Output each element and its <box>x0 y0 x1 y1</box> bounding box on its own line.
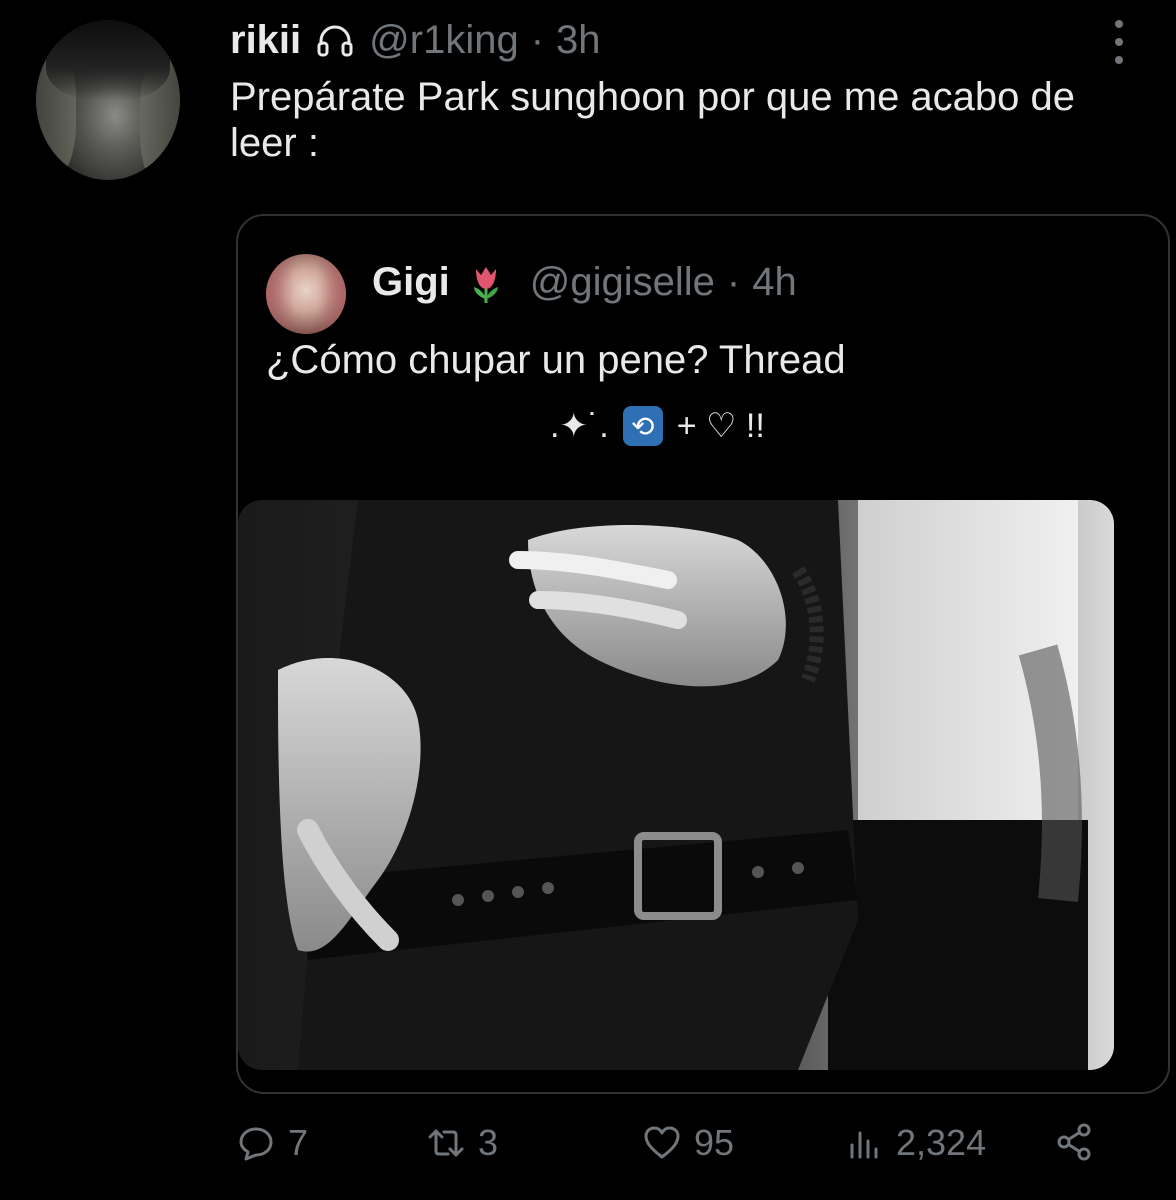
views-icon <box>850 1131 878 1159</box>
repeat-emoji-icon: ⟲ <box>622 406 663 446</box>
retweet-icon <box>428 1129 464 1157</box>
quote-avatar[interactable] <box>266 254 346 334</box>
tweet-text: Prepárate Park sunghoon por que me acabo… <box>230 75 1076 165</box>
views-button[interactable]: 2,324 <box>844 1122 986 1164</box>
quote-timestamp[interactable]: 4h <box>752 260 797 305</box>
quote-media-image[interactable] <box>238 500 1114 1070</box>
tweet-actions: 7 3 95 2,324 <box>236 1122 1116 1172</box>
retweet-button[interactable]: 3 <box>426 1122 498 1164</box>
separator-dot: · <box>530 18 545 62</box>
author-name[interactable]: rikii <box>230 18 301 63</box>
quote-header: Gigi @gigiselle · 4h <box>372 260 797 305</box>
views-count: 2,324 <box>896 1122 987 1163</box>
avatar-hair <box>46 20 170 100</box>
author-handle[interactable]: @r1king <box>369 18 519 63</box>
retweet-count: 3 <box>478 1122 499 1163</box>
reply-count: 7 <box>288 1122 309 1163</box>
reply-icon <box>239 1127 273 1161</box>
share-icon <box>1057 1123 1091 1161</box>
quoted-tweet[interactable]: Gigi @gigiselle · 4h ¿Cómo chupar un pen… <box>236 214 1170 1094</box>
avatar[interactable] <box>36 20 180 180</box>
quote-avatar-hair <box>266 254 346 334</box>
quote-separator-dot: · <box>726 260 741 304</box>
timestamp[interactable]: 3h <box>556 18 601 63</box>
tweet-header: rikii @r1king · 3h <box>230 18 601 63</box>
plus-heart-text: + ♡ !! <box>676 407 765 445</box>
reply-button[interactable]: 7 <box>236 1122 308 1164</box>
tulip-icon <box>473 266 498 303</box>
like-button[interactable]: 95 <box>642 1122 734 1164</box>
quote-author-handle[interactable]: @gigiselle <box>530 260 715 305</box>
quote-text: ¿Cómo chupar un pene? Thread <box>266 338 846 382</box>
media-photo <box>238 500 1114 1070</box>
headphones-icon <box>317 25 353 56</box>
heart-icon <box>644 1126 680 1159</box>
quote-author-name[interactable]: Gigi <box>372 260 450 305</box>
more-vertical-icon[interactable] <box>1110 20 1128 64</box>
like-count: 95 <box>694 1122 735 1163</box>
share-button[interactable] <box>1054 1122 1106 1162</box>
tweet[interactable]: rikii @r1king · 3h Prepárate Park sungho… <box>0 0 1176 1200</box>
sparkle-text: .✦˙. <box>550 407 609 445</box>
quote-text-line2: .✦˙. ⟲ + ♡ !! <box>550 406 765 446</box>
